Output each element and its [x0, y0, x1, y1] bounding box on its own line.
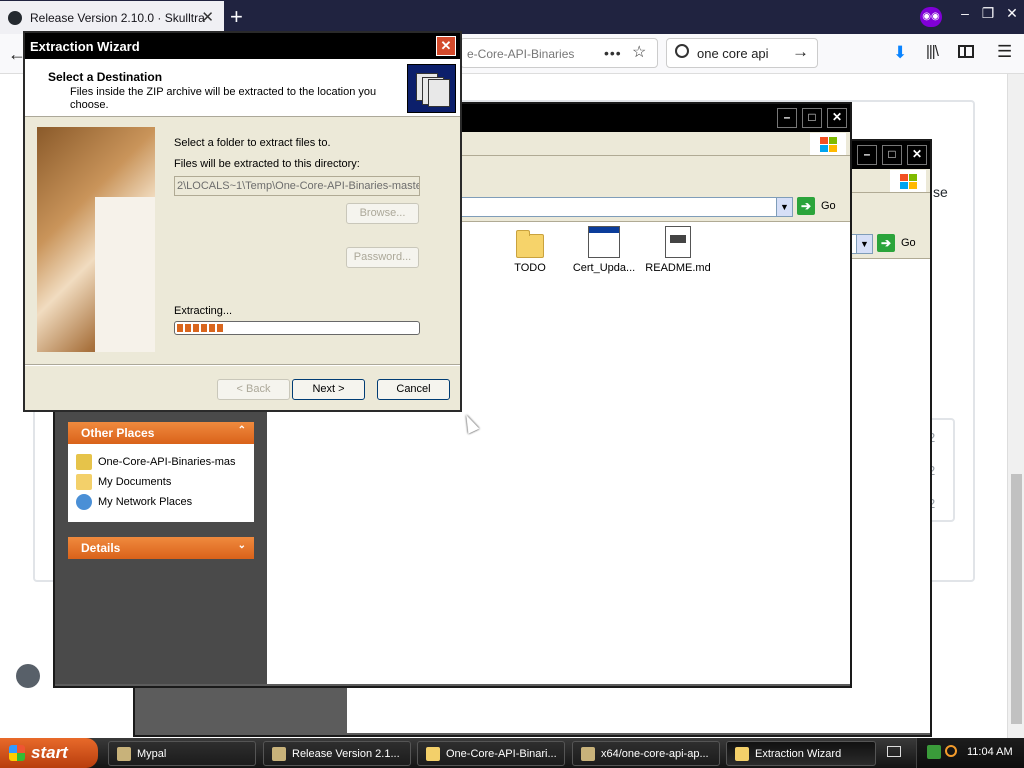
browser-titlebar: Release Version 2.10.0 · Skulltrail ✕ + …: [0, 0, 1024, 34]
file-item-folder[interactable]: TODO: [493, 228, 567, 274]
github-icon: [8, 10, 22, 25]
next-button[interactable]: Next >: [292, 379, 365, 400]
other-places-panel: One-Core-API-Binaries-mas My Documents M…: [68, 444, 254, 522]
address-dropdown-icon[interactable]: ▼: [776, 198, 792, 216]
other-place-zip-folder[interactable]: One-Core-API-Binaries-mas: [76, 454, 236, 470]
extracting-status-label: Extracting...: [174, 305, 233, 317]
tab-close-icon[interactable]: ✕: [201, 8, 214, 26]
maximize-button[interactable]: □: [802, 108, 822, 128]
library-icon[interactable]: |||\: [926, 43, 939, 60]
sidebar-toggle-icon[interactable]: [958, 45, 974, 58]
browser-tab[interactable]: Release Version 2.10.0 · Skulltrail ✕: [0, 1, 224, 34]
my-documents-icon: [76, 474, 92, 490]
keyboard-icon[interactable]: [887, 746, 901, 757]
minimize-button[interactable]: –: [857, 145, 877, 165]
go-arrow-icon: ➔: [797, 197, 815, 215]
taskbar-button-binaries-folder[interactable]: One-Core-API-Binari...: [417, 741, 565, 766]
browser-tab-title: Release Version 2.10.0 · Skulltrail: [30, 10, 205, 25]
folder-prompt-label: Select a folder to extract files to.: [174, 137, 331, 149]
start-button[interactable]: start: [0, 738, 98, 768]
wizard-step-title: Select a Destination: [48, 70, 163, 84]
destination-directory-field[interactable]: 2\LOCALS~1\Temp\One-Core-API-Binaries-ma…: [174, 176, 420, 196]
wizard-close-button[interactable]: ✕: [436, 36, 456, 56]
wizard-separator: [25, 364, 460, 366]
network-tray-icon[interactable]: [927, 745, 941, 759]
windows-logo-icon: [810, 133, 846, 155]
file-item-application[interactable]: Cert_Upda...: [567, 226, 641, 274]
page-actions-button[interactable]: •••: [604, 45, 622, 61]
search-tray-icon[interactable]: [945, 745, 957, 757]
browser-restore-button[interactable]: ❐: [977, 5, 999, 22]
back-button[interactable]: < Back: [217, 379, 290, 400]
windows-flag-icon: [9, 745, 25, 761]
download-icon[interactable]: ⬇: [893, 43, 907, 63]
address-field[interactable]: ▼: [460, 197, 793, 217]
wizard-side-image: [37, 127, 155, 352]
application-icon: [588, 226, 620, 258]
wizard-step-subtitle: Files inside the ZIP archive will be ext…: [70, 86, 377, 111]
url-bar[interactable]: e-Core-API-Binaries: [460, 38, 658, 68]
taskbar-button-mypal[interactable]: Mypal: [108, 741, 256, 766]
details-header[interactable]: Details ⌄: [68, 537, 254, 559]
search-text: one core api: [697, 46, 769, 61]
folder-icon: [735, 746, 749, 761]
go-button[interactable]: ➔ Go: [797, 197, 836, 215]
page-scrollbar[interactable]: [1007, 74, 1024, 738]
directory-label: Files will be extracted to this director…: [174, 158, 360, 170]
search-icon: [675, 44, 689, 58]
browser-icon: [272, 746, 286, 761]
other-places-header[interactable]: Other Places ⌃: [68, 422, 254, 444]
search-go-arrow-icon[interactable]: →: [792, 42, 809, 62]
browser-icon: [581, 746, 595, 761]
zip-folder-icon: [76, 454, 92, 470]
folder-icon: [516, 230, 544, 258]
system-tray: 11:04 AM: [916, 738, 1024, 768]
cancel-button[interactable]: Cancel: [377, 379, 450, 400]
mypal-icon: [117, 746, 131, 761]
document-icon: [665, 226, 691, 258]
minimize-button[interactable]: –: [777, 108, 797, 128]
extraction-progress-bar: [174, 321, 420, 335]
extraction-wizard-dialog: Extraction Wizard ✕ Select a Destination…: [23, 31, 462, 412]
folder-icon: [426, 746, 440, 761]
wizard-header: Select a Destination Files inside the ZI…: [25, 59, 460, 117]
browser-close-button[interactable]: ✕: [1001, 5, 1023, 22]
go-arrow-icon: ➔: [877, 234, 895, 252]
page-text-fragment: se: [933, 184, 948, 200]
collapse-chevron-icon[interactable]: ⌃: [238, 425, 246, 436]
other-place-network[interactable]: My Network Places: [76, 494, 192, 510]
file-name: README.md: [645, 262, 711, 274]
taskbar: start Mypal Release Version 2.1... One-C…: [0, 738, 1024, 768]
zip-folders-icon: [407, 64, 456, 113]
taskbar-button-x64-folder[interactable]: x64/one-core-api-ap...: [572, 741, 720, 766]
address-dropdown-icon[interactable]: ▼: [856, 235, 872, 253]
expand-chevron-icon[interactable]: ⌄: [238, 540, 246, 551]
windows-logo-icon: [890, 170, 926, 192]
taskbar-button-extraction-wizard[interactable]: Extraction Wizard: [726, 741, 876, 766]
search-input[interactable]: one core api →: [666, 38, 818, 68]
close-button[interactable]: ✕: [907, 145, 927, 165]
file-name: TODO: [514, 262, 546, 274]
scrollbar-thumb[interactable]: [1011, 474, 1022, 724]
taskbar-button-release[interactable]: Release Version 2.1...: [263, 741, 411, 766]
go-button[interactable]: ➔ Go: [877, 234, 916, 252]
clock: 11:04 AM: [967, 746, 1013, 758]
other-place-my-documents[interactable]: My Documents: [76, 474, 171, 490]
private-browsing-icon: ◉◉: [920, 7, 942, 27]
progress-fill: [177, 324, 225, 332]
network-places-icon: [76, 494, 92, 510]
browse-button[interactable]: Browse...: [346, 203, 419, 224]
hamburger-menu-icon[interactable]: ☰: [997, 42, 1012, 62]
new-tab-button[interactable]: +: [230, 4, 243, 30]
maximize-button[interactable]: □: [882, 145, 902, 165]
bookmark-star-icon[interactable]: ☆: [632, 42, 646, 62]
wizard-titlebar: Extraction Wizard ✕: [25, 33, 460, 59]
github-footer-icon[interactable]: [16, 664, 40, 688]
close-button[interactable]: ✕: [827, 108, 847, 128]
password-button[interactable]: Password...: [346, 247, 419, 268]
file-name: Cert_Upda...: [572, 262, 636, 274]
wizard-title: Extraction Wizard: [30, 39, 140, 54]
file-item-document[interactable]: README.md: [641, 226, 715, 274]
browser-minimize-button[interactable]: –: [954, 5, 976, 21]
